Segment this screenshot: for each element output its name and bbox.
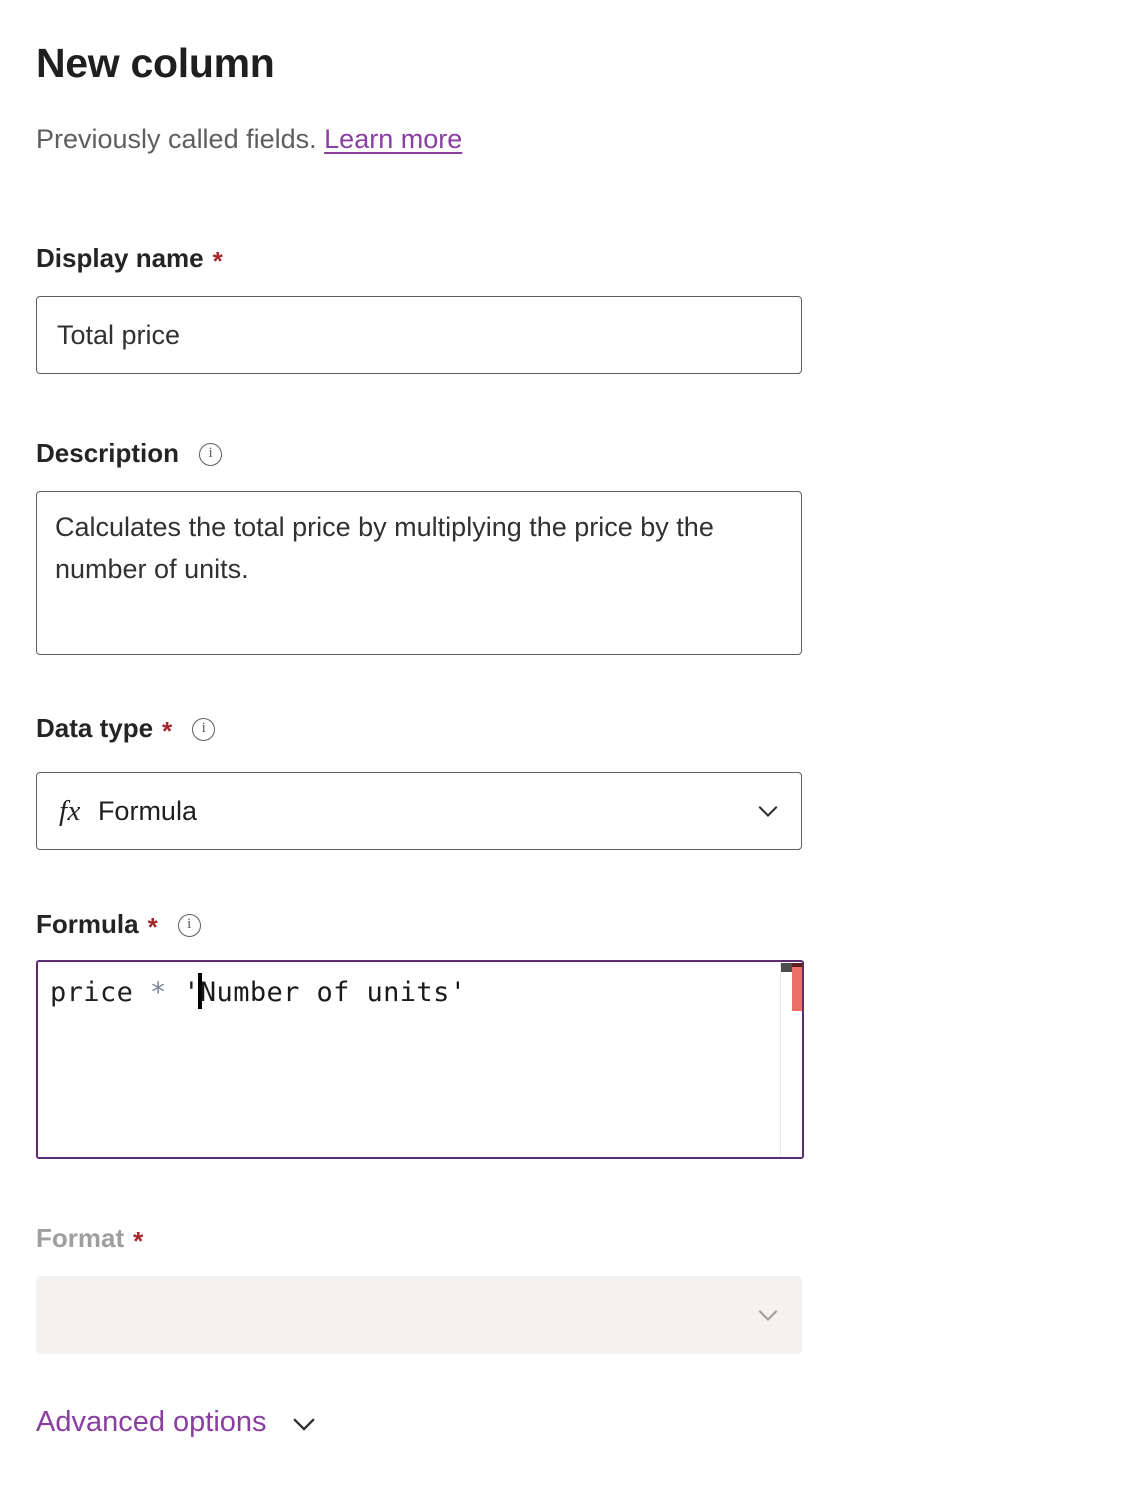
chevron-down-icon	[753, 796, 783, 826]
chevron-down-icon	[753, 1300, 783, 1330]
required-asterisk: *	[133, 1228, 143, 1254]
required-asterisk: *	[213, 248, 223, 274]
page-subtitle: Previously called fields. Learn more	[36, 120, 462, 158]
error-marker	[792, 967, 804, 1011]
ruler-gray-marker	[781, 963, 792, 972]
subtitle-text: Previously called fields.	[36, 124, 317, 154]
info-icon-glyph: i	[187, 917, 191, 932]
required-asterisk: *	[148, 914, 158, 940]
description-input[interactable]	[36, 491, 802, 655]
display-name-label-text: Display name	[36, 242, 204, 274]
info-icon[interactable]: i	[199, 443, 222, 466]
info-icon-glyph: i	[208, 446, 212, 461]
editor-overview-ruler[interactable]	[781, 962, 802, 1157]
formula-label: Formula * i	[36, 908, 201, 940]
data-type-label-text: Data type	[36, 712, 153, 744]
info-icon[interactable]: i	[178, 914, 201, 937]
description-label: Description i	[36, 437, 222, 469]
required-asterisk: *	[162, 718, 172, 744]
description-label-text: Description	[36, 437, 179, 469]
display-name-input[interactable]	[36, 296, 802, 374]
advanced-options-toggle[interactable]: Advanced options	[36, 1404, 321, 1440]
data-type-selected-value: Formula	[98, 796, 753, 827]
formula-label-text: Formula	[36, 908, 139, 940]
new-column-panel: New column Previously called fields. Lea…	[0, 0, 1140, 1492]
page-title: New column	[36, 38, 274, 88]
info-icon[interactable]: i	[192, 718, 215, 741]
fx-icon: fx	[59, 795, 81, 828]
formula-token-string: Number of units'	[200, 977, 467, 1008]
data-type-label: Data type * i	[36, 712, 215, 744]
formula-token-identifier: price	[50, 977, 133, 1008]
data-type-dropdown[interactable]: fx Formula	[36, 772, 802, 850]
format-label: Format *	[36, 1222, 143, 1254]
format-dropdown[interactable]	[36, 1276, 802, 1354]
formula-token-operator: *	[150, 977, 167, 1008]
formula-code-line: price * 'Number of units'	[50, 973, 466, 1013]
display-name-label: Display name *	[36, 242, 223, 274]
info-icon-glyph: i	[202, 721, 206, 736]
learn-more-link[interactable]: Learn more	[324, 124, 462, 154]
advanced-options-label: Advanced options	[36, 1404, 267, 1440]
chevron-down-icon	[287, 1407, 321, 1441]
format-label-text: Format	[36, 1222, 124, 1254]
formula-editor[interactable]: price * 'Number of units'	[36, 960, 804, 1159]
